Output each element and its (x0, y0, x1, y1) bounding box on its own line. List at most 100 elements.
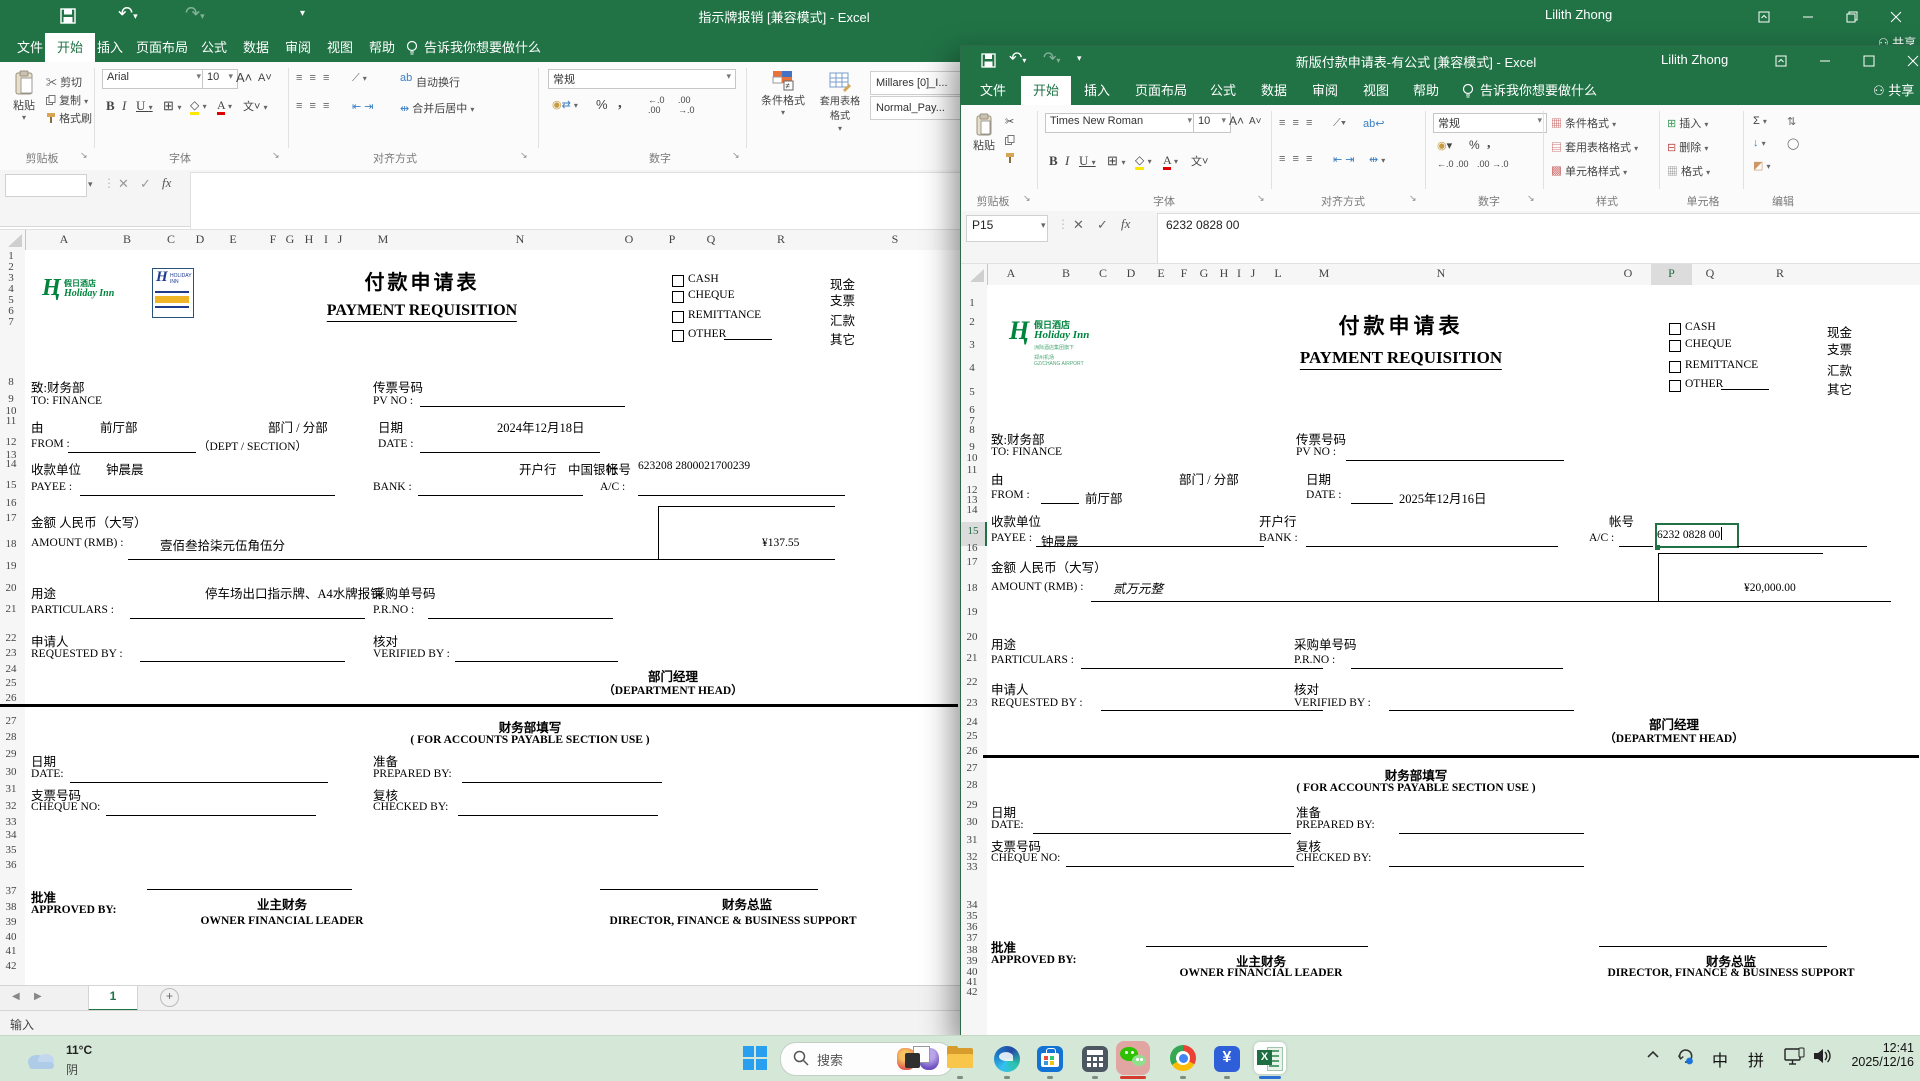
bg-sheet-tab[interactable]: 1 (88, 986, 138, 1011)
checkbox-label-cheque: CHEQUE (688, 289, 735, 301)
sheet-nav-right-icon[interactable]: ▶ (34, 991, 42, 1002)
bg-amount-cn: 金额 人民币（大写） (31, 516, 147, 530)
bg-to-cn: 致:财务部 (31, 381, 85, 395)
checkbox-cash[interactable] (672, 275, 684, 287)
bg-status-mode: 输入 (10, 1018, 35, 1032)
fg-verified-en: VERIFIED BY : (1294, 697, 1371, 709)
checkbox-label-cn-3: 其它 (830, 333, 856, 347)
fg-payee-cn: 收款单位 (991, 515, 1042, 529)
tray-ime-icon[interactable]: 中 (1712, 1047, 1728, 1071)
form-rule-line (418, 495, 583, 496)
bg-form-title-cn: 付款申请表 (364, 272, 480, 294)
bg-payee-en: PAYEE : (31, 481, 73, 493)
task-view-icon[interactable] (904, 1045, 930, 1071)
fg-checked-en: CHECKED BY: (1296, 852, 1372, 864)
tray-hidden-icons-chevron[interactable] (1646, 1048, 1660, 1062)
microsoft-store-icon[interactable] (1037, 1046, 1063, 1072)
calc-key (1087, 1063, 1091, 1067)
bg-bank-cn: 开户行 (519, 463, 557, 477)
checkbox-label-cash: CASH (1685, 321, 1716, 333)
sheet-nav-left-icon[interactable]: ◀ (12, 991, 20, 1002)
form-rule-line (458, 815, 658, 816)
bg-from-en: FROM : (31, 438, 70, 450)
chrome-icon[interactable] (1170, 1045, 1196, 1071)
fg-date2-en: DATE: (991, 819, 1024, 831)
bg-cheque-en: CHEQUE NO: (31, 801, 101, 813)
form-rule-line (1399, 833, 1584, 834)
tray-sync-icon[interactable] (1676, 1046, 1696, 1066)
bg-date-en: DATE : (378, 438, 414, 450)
bg-checked-en: CHECKED BY: (373, 801, 449, 813)
checkbox-other[interactable] (1669, 380, 1681, 392)
tray-network-icon[interactable] (1784, 1047, 1806, 1067)
checkbox-remittance[interactable] (672, 311, 684, 323)
add-sheet-icon[interactable]: + (160, 988, 179, 1007)
fg-verified-cn: 核对 (1294, 683, 1320, 697)
checkbox-label-remittance: REMITTANCE (688, 309, 762, 321)
edge-icon[interactable] (994, 1046, 1020, 1072)
excel-icon[interactable]: X (1254, 1042, 1286, 1074)
wc-eye4 (1140, 1058, 1143, 1061)
fg-sheet[interactable]: Ⱨ 假日酒店 Holiday Inn 洲际酒店集团旗下 郑州机场 GZ/CHANG… (983, 285, 1920, 1036)
form-rule-line (1599, 946, 1827, 947)
edge-swirl (999, 1052, 1013, 1061)
bg-date2-en: DATE: (31, 768, 64, 780)
bg-amount-value: ¥137.55 (762, 537, 800, 549)
file-explorer-icon[interactable] (947, 1046, 973, 1070)
bg-status-bar: 输入 (0, 1010, 960, 1036)
close-button[interactable] (1874, 0, 1918, 33)
checkbox-cash[interactable] (1669, 323, 1681, 335)
calc-key (1099, 1063, 1103, 1067)
fg-dept-head-en: （DEPARTMENT HEAD） (1604, 733, 1744, 745)
checkbox-other[interactable] (672, 330, 684, 342)
form-vertical-line (1658, 553, 1659, 602)
form-rule-line (1351, 503, 1393, 504)
form-rule-line (1389, 710, 1574, 711)
tray-time: 12:41 (1882, 1041, 1914, 1055)
checkbox-cheque[interactable] (672, 291, 684, 303)
fg-amount-value: ¥20,000.00 (1744, 582, 1796, 594)
bg-director-en: DIRECTOR, FINANCE & BUSINESS SUPPORT (609, 915, 857, 927)
restore-button[interactable] (1830, 0, 1874, 33)
form-rule-line (130, 618, 365, 619)
bg-payee-cn: 收款单位 (31, 463, 82, 477)
form-rule-line (638, 495, 845, 496)
tray-clock[interactable]: 12:41 2025/12/16 (1838, 1041, 1914, 1069)
s3 (1044, 1061, 1048, 1065)
ribbon-options-icon[interactable] (1742, 0, 1786, 33)
fg-director-en: DIRECTOR, FINANCE & BUSINESS SUPPORT (1607, 967, 1855, 979)
wc-eye1 (1125, 1051, 1128, 1054)
fg-owner-en: OWNER FINANCIAL LEADER (1179, 967, 1343, 979)
checkbox-cheque[interactable] (1669, 340, 1681, 352)
bg-amount-en: AMOUNT (RMB) : (31, 537, 124, 549)
bg-pv-cn: 传票号码 (373, 381, 424, 395)
bg-sheet[interactable]: Ⱨ 假日酒店 Holiday Inn H HOLIDAY INN 付款申请表 PA… (0, 250, 960, 985)
checkbox-remittance[interactable] (1669, 361, 1681, 373)
minimize-button[interactable] (1786, 0, 1830, 33)
user-name[interactable]: Lilith Zhong (1545, 7, 1612, 22)
checkbox-label-cash: CASH (688, 273, 719, 285)
bg-sheet-tab-bar: ◀ ▶ 1 + (0, 985, 960, 1011)
tray-pinyin-icon[interactable]: 拼 (1748, 1047, 1764, 1071)
calculator-icon[interactable] (1082, 1046, 1108, 1072)
fg-requested-en: REQUESTED BY : (991, 697, 1083, 709)
bg-dept-section: （DEPT / SECTION） (198, 441, 308, 453)
bg-acct-en: A/C : (600, 481, 626, 493)
s1 (1044, 1056, 1048, 1060)
wechat-active-indicator (1120, 1076, 1146, 1079)
tray-date: 2025/12/16 (1851, 1055, 1914, 1069)
active-cell-P15[interactable]: 6232 0828 00 (1655, 523, 1739, 550)
bg-date-value: 2024年12月18日 (497, 421, 585, 435)
bg-pv-en: PV NO : (373, 395, 414, 407)
checkbox-label-cn-2: 汇款 (830, 314, 856, 328)
wechat-icon[interactable] (1116, 1041, 1150, 1075)
form-rule-line (1036, 546, 1264, 547)
tray-volume-icon[interactable] (1812, 1047, 1832, 1065)
calc-key (1099, 1057, 1103, 1061)
yuan-glyph: ¥ (1222, 1049, 1232, 1066)
yuan-finance-icon[interactable]: ¥ (1214, 1046, 1240, 1072)
fg-bank-cn: 开户行 (1259, 515, 1297, 529)
form-rule-line (1346, 460, 1564, 461)
chrome-center (1178, 1053, 1188, 1063)
fg-form-title-cn: 付款申请表 (1338, 314, 1464, 338)
